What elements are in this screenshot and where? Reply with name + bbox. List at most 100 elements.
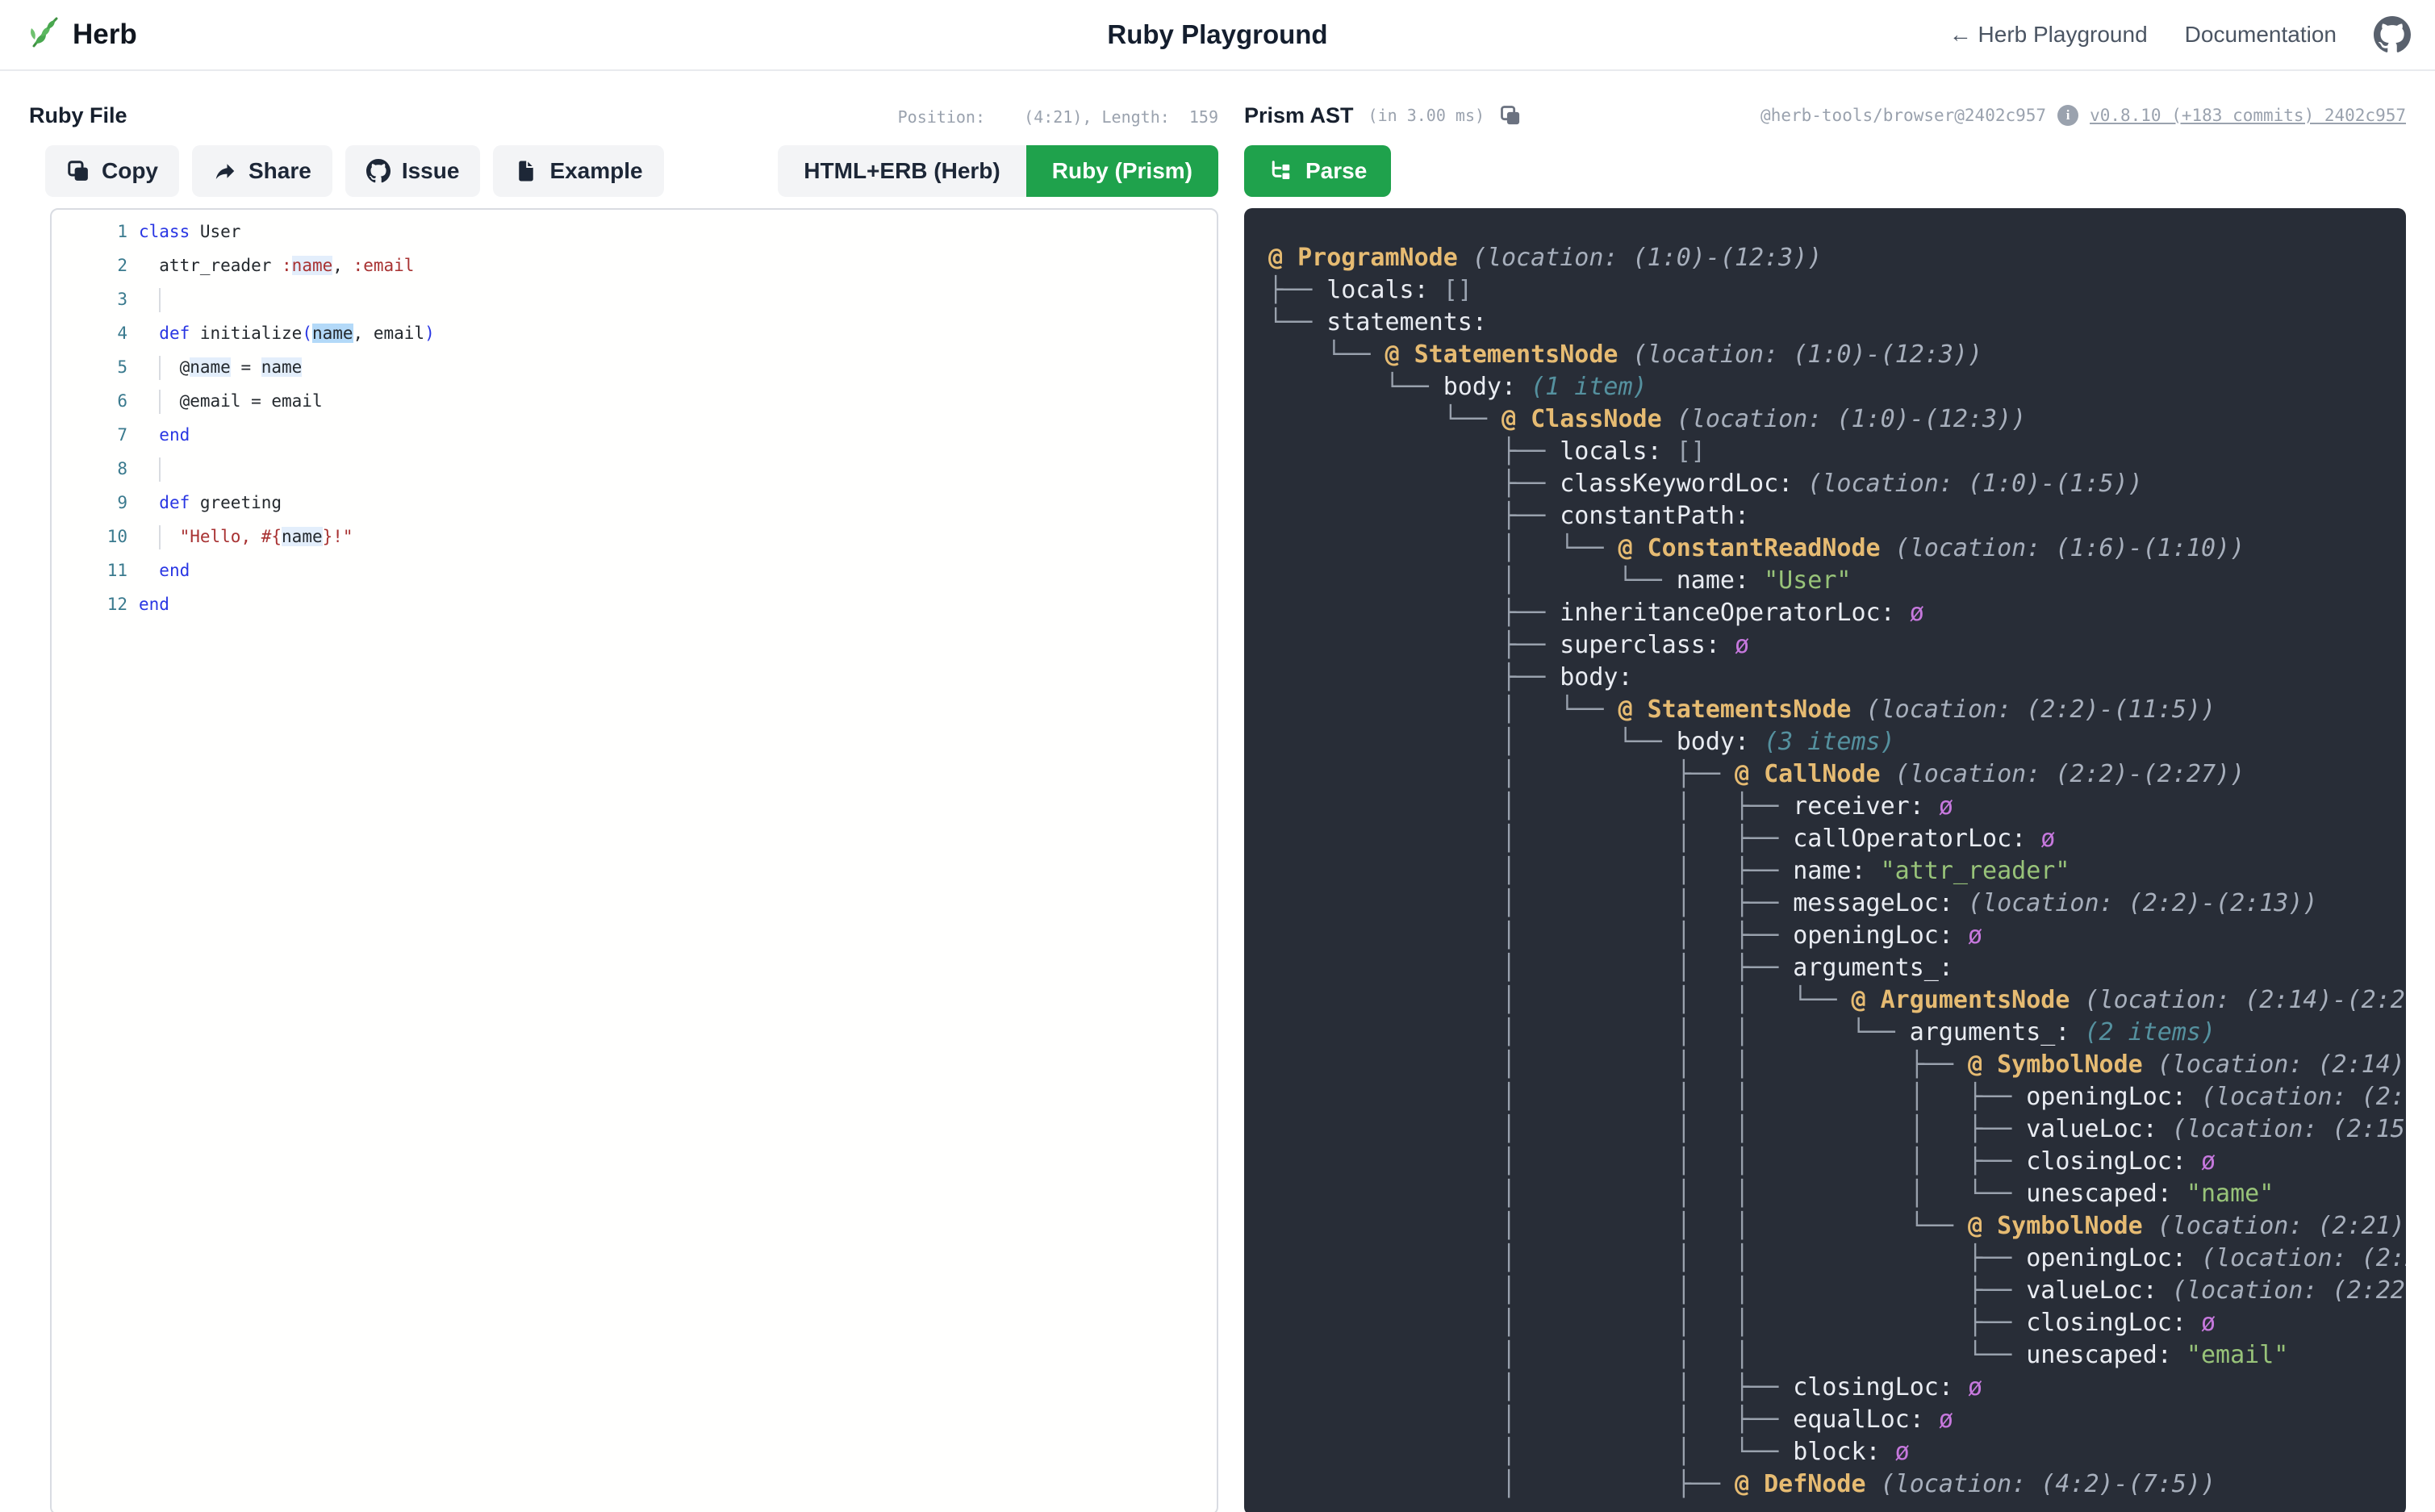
ast-line: │ │ │ │ └── unescaped: "name"	[1268, 1178, 2406, 1210]
version-info: @herb-tools/browser@2402c957 i v0.8.10 (…	[1760, 105, 2406, 126]
ast-line: └── @ ClassNode (location: (1:0)-(12:3))	[1268, 403, 2406, 436]
mode-html-erb[interactable]: HTML+ERB (Herb)	[778, 145, 1025, 197]
ast-header: Prism AST (in 3.00 ms) @herb-tools/brows…	[1244, 103, 2406, 128]
ast-line: │ │ │ ├── @ SymbolNode (location: (2:14)…	[1268, 1049, 2406, 1081]
line-number: 10	[52, 520, 127, 553]
ruby-code-editor[interactable]: 1class User2 attr_reader :name, :email3 …	[50, 208, 1218, 1512]
nav-links: ← Herb Playground Documentation	[1949, 16, 2411, 53]
line-number: 9	[52, 486, 127, 520]
code-line: 9 def greeting	[52, 486, 1217, 520]
ast-line: │ │ ├── closingLoc: ø	[1268, 1372, 2406, 1404]
herb-leaf-icon	[27, 14, 63, 56]
line-number: 4	[52, 316, 127, 350]
ast-line: │ │ │ │ ├── closingLoc: ø	[1268, 1146, 2406, 1178]
cursor-position-readout: Position: (4:21), Length: 159	[898, 107, 1218, 127]
navbar: Herb Ruby Playground ← Herb Playground D…	[0, 0, 2435, 71]
ast-line: │ ├── @ CallNode (location: (2:2)-(2:27)…	[1268, 758, 2406, 791]
code-line: 10 "Hello, #{name}!"	[52, 520, 1217, 553]
mode-ruby-prism[interactable]: Ruby (Prism)	[1026, 145, 1218, 197]
mode-toggle: HTML+ERB (Herb) Ruby (Prism)	[778, 145, 1218, 197]
ast-line: │ └── name: "User"	[1268, 565, 2406, 597]
panel-headers-row: Ruby File Position: (4:21), Length: 159 …	[0, 71, 2435, 139]
ast-line: │ │ │ └── arguments_: (2 items)	[1268, 1017, 2406, 1049]
documentation-link[interactable]: Documentation	[2185, 22, 2337, 48]
editor-title: Ruby File	[29, 103, 127, 128]
copy-ast-button[interactable]	[1499, 104, 1522, 127]
github-icon[interactable]	[2374, 16, 2411, 53]
ast-line: │ │ │ ├── closingLoc: ø	[1268, 1307, 2406, 1339]
line-number: 7	[52, 418, 127, 452]
ast-line: │ │ │ ├── valueLoc: (location: (2:22)-(2…	[1268, 1275, 2406, 1307]
line-number: 1	[52, 215, 127, 249]
ast-tree: @ ProgramNode (location: (1:0)-(12:3)) ├─…	[1268, 242, 2406, 1501]
indent-guide	[159, 457, 161, 482]
share-button[interactable]: Share	[192, 145, 332, 197]
ast-line: │ │ │ └── @ SymbolNode (location: (2:21)…	[1268, 1210, 2406, 1243]
brand[interactable]: Herb	[27, 14, 137, 56]
code-line: 8	[52, 452, 1217, 486]
editor-header: Ruby File Position: (4:21), Length: 159	[29, 103, 1218, 128]
ast-line: ├── classKeywordLoc: (location: (1:0)-(1…	[1268, 468, 2406, 500]
copy-icon	[66, 159, 90, 183]
prism-ast-output[interactable]: @ ProgramNode (location: (1:0)-(12:3)) ├─…	[1244, 208, 2406, 1512]
ast-line: └── @ StatementsNode (location: (1:0)-(1…	[1268, 339, 2406, 371]
parse-button[interactable]: Parse	[1244, 145, 1391, 197]
ast-toolbar: Parse	[1244, 145, 2406, 197]
line-number: 11	[52, 553, 127, 587]
code-lines: 1class User2 attr_reader :name, :email3 …	[52, 215, 1217, 621]
ast-line: ├── locals: []	[1268, 436, 2406, 468]
toolbar-row: Copy Share Issue Example HTML+ERB (Herb)…	[0, 139, 2435, 197]
ast-line: │ │ ├── messageLoc: (location: (2:2)-(2:…	[1268, 888, 2406, 920]
ast-line: │ │ ├── receiver: ø	[1268, 791, 2406, 823]
ast-line: ├── body:	[1268, 662, 2406, 694]
ast-line: @ ProgramNode (location: (1:0)-(12:3))	[1268, 242, 2406, 274]
version-link[interactable]: v0.8.10 (+183 commits) 2402c957	[2090, 106, 2406, 125]
editor-toolbar: Copy Share Issue Example HTML+ERB (Herb)…	[45, 145, 1218, 197]
package-name: @herb-tools/browser@2402c957	[1760, 106, 2046, 125]
code-line: 12end	[52, 587, 1217, 621]
code-line: 6 @email = email	[52, 384, 1217, 418]
ast-line: │ │ │ │ ├── valueLoc: (location: (2:15)-…	[1268, 1113, 2406, 1146]
ast-line: └── statements:	[1268, 307, 2406, 339]
ast-line: │ │ │ └── @ ArgumentsNode (location: (2:…	[1268, 984, 2406, 1017]
ast-line: ├── superclass: ø	[1268, 629, 2406, 662]
code-line: 4 def initialize(name, email)	[52, 316, 1217, 350]
indent-guide	[159, 288, 161, 312]
code-line: 5 @name = name	[52, 350, 1217, 384]
ast-line: ├── constantPath:	[1268, 500, 2406, 533]
ast-line: │ │ └── block: ø	[1268, 1436, 2406, 1468]
line-number: 5	[52, 350, 127, 384]
line-number: 12	[52, 587, 127, 621]
code-line: 2 attr_reader :name, :email	[52, 249, 1217, 282]
file-icon	[514, 159, 538, 183]
issue-button[interactable]: Issue	[345, 145, 481, 197]
tree-icon	[1268, 159, 1293, 183]
line-number: 6	[52, 384, 127, 418]
brand-label: Herb	[73, 19, 137, 51]
ast-line: ├── inheritanceOperatorLoc: ø	[1268, 597, 2406, 629]
parse-timing: (in 3.00 ms)	[1368, 106, 1485, 125]
ast-line: │ └── body: (3 items)	[1268, 726, 2406, 758]
line-number: 3	[52, 282, 127, 316]
ast-line: │ │ │ ├── openingLoc: (location: (2:21)-…	[1268, 1243, 2406, 1275]
code-line: 11 end	[52, 553, 1217, 587]
panels-row: 1class User2 attr_reader :name, :email3 …	[0, 197, 2435, 1512]
page-title: Ruby Playground	[1107, 19, 1327, 50]
ast-line: └── body: (1 item)	[1268, 371, 2406, 403]
line-number: 2	[52, 249, 127, 282]
copy-button[interactable]: Copy	[45, 145, 179, 197]
line-number: 8	[52, 452, 127, 486]
code-line: 7 end	[52, 418, 1217, 452]
share-icon	[213, 159, 237, 183]
example-button[interactable]: Example	[493, 145, 663, 197]
ast-title: Prism AST	[1244, 103, 1354, 128]
ast-line: │ ├── @ DefNode (location: (4:2)-(7:5))	[1268, 1468, 2406, 1501]
back-to-playground-link[interactable]: ← Herb Playground	[1949, 22, 2148, 48]
ast-line: │ │ │ │ ├── openingLoc: (location: (2:14…	[1268, 1081, 2406, 1113]
ast-line: │ │ ├── openingLoc: ø	[1268, 920, 2406, 952]
info-icon[interactable]: i	[2057, 105, 2078, 126]
github-issue-icon	[366, 159, 391, 183]
ast-line: │ └── @ ConstantReadNode (location: (1:6…	[1268, 533, 2406, 565]
ast-line: │ │ ├── callOperatorLoc: ø	[1268, 823, 2406, 855]
ast-line: │ │ ├── name: "attr_reader"	[1268, 855, 2406, 888]
